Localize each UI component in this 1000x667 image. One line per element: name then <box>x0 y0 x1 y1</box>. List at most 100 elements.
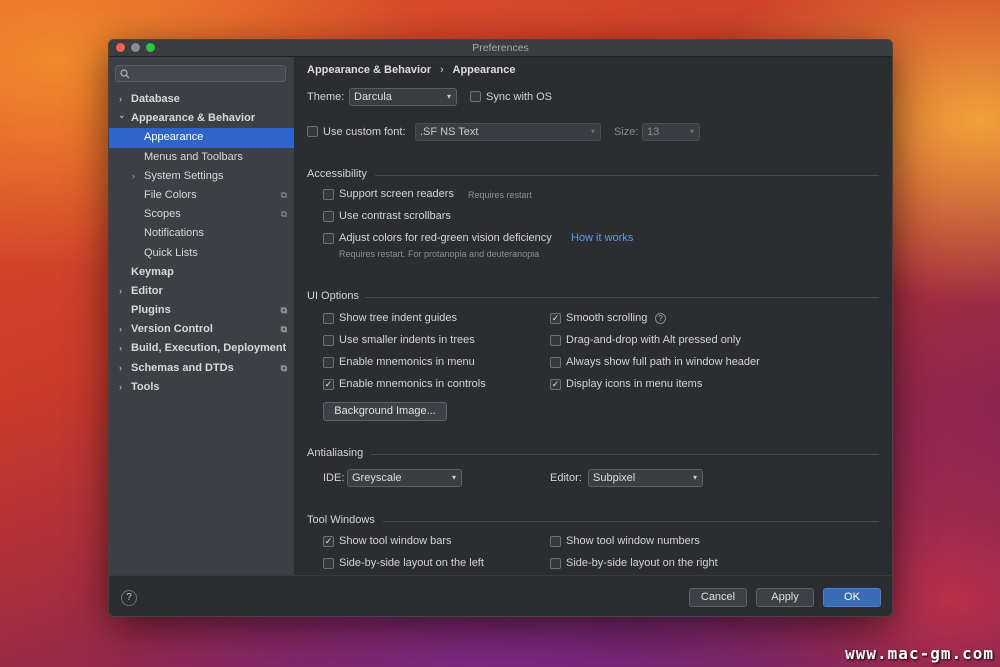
side-by-side-left-checkbox[interactable] <box>323 558 334 569</box>
caret-down-icon: ▾ <box>689 127 694 136</box>
ide-antialiasing-select[interactable]: Greyscale ▾ <box>347 469 462 487</box>
window-title: Preferences <box>472 42 529 54</box>
caret-down-icon: ▾ <box>446 92 451 101</box>
mnemonics-controls-label: Enable mnemonics in controls <box>339 378 486 390</box>
sidebar-item-plugins[interactable]: Plugins ⧉ <box>109 301 294 320</box>
contrast-scrollbars-checkbox[interactable] <box>323 211 334 222</box>
caret-down-icon: ▾ <box>692 473 697 482</box>
minimize-window-button[interactable] <box>131 43 140 52</box>
tool-window-numbers-checkbox[interactable] <box>550 536 561 547</box>
chevron-right-icon[interactable]: › <box>119 378 122 397</box>
sidebar-item-menus-toolbars[interactable]: Menus and Toolbars <box>109 148 294 167</box>
chevron-right-icon[interactable]: › <box>132 167 135 186</box>
smaller-indents-checkbox[interactable] <box>323 335 334 346</box>
font-size-select[interactable]: 13 ▾ <box>642 123 700 141</box>
settings-sidebar: › Database ⌄ Appearance & Behavior Appea… <box>109 57 295 575</box>
ok-button[interactable]: OK <box>823 588 881 607</box>
search-input[interactable] <box>115 65 286 82</box>
sidebar-item-label: Quick Lists <box>144 246 198 259</box>
sidebar-item-quick-lists[interactable]: Quick Lists <box>109 244 294 263</box>
sidebar-item-label: Plugins <box>131 304 171 317</box>
close-window-button[interactable] <box>116 43 125 52</box>
full-path-header-label: Always show full path in window header <box>566 356 760 368</box>
screen-readers-checkbox[interactable] <box>323 189 334 200</box>
smaller-indents-label: Use smaller indents in trees <box>339 334 475 346</box>
side-by-side-left-label: Side-by-side layout on the left <box>339 557 484 569</box>
settings-tree: › Database ⌄ Appearance & Behavior Appea… <box>109 90 294 397</box>
watermark: www.mac-gm.com <box>845 644 994 663</box>
font-select[interactable]: .SF NS Text ▾ <box>415 123 601 141</box>
breadcrumb-parent[interactable]: Appearance & Behavior <box>307 64 431 76</box>
tool-window-bars-checkbox[interactable]: ✓ <box>323 536 334 547</box>
cancel-button[interactable]: Cancel <box>689 588 747 607</box>
chevron-right-icon[interactable]: › <box>119 282 122 301</box>
mnemonics-controls-checkbox[interactable]: ✓ <box>323 379 334 390</box>
sidebar-item-label: Menus and Toolbars <box>144 150 243 163</box>
tool-window-numbers-label: Show tool window numbers <box>566 535 700 547</box>
background-image-button[interactable]: Background Image... <box>323 402 447 421</box>
help-button[interactable]: ? <box>121 590 137 606</box>
custom-font-checkbox[interactable] <box>307 126 318 137</box>
chevron-down-icon[interactable]: ⌄ <box>118 106 126 125</box>
help-icon[interactable]: ? <box>655 313 666 324</box>
theme-select[interactable]: Darcula ▾ <box>349 88 457 106</box>
menu-icons-checkbox[interactable]: ✓ <box>550 379 561 390</box>
dialog-footer: ? Cancel Apply OK <box>109 575 892 616</box>
chevron-right-icon[interactable]: › <box>119 339 122 358</box>
screen-readers-label: Support screen readers <box>339 188 454 200</box>
section-title: Antialiasing <box>307 447 364 459</box>
sidebar-item-tools[interactable]: › Tools <box>109 378 294 397</box>
ide-antialiasing-label: IDE: <box>323 472 345 484</box>
smooth-scrolling-label: Smooth scrolling <box>566 312 648 324</box>
sidebar-item-schemas-dtds[interactable]: › Schemas and DTDs ⧉ <box>109 359 294 378</box>
project-level-icon: ⧉ <box>280 209 287 220</box>
editor-antialiasing-select[interactable]: Subpixel ▾ <box>588 469 703 487</box>
sidebar-item-appearance[interactable]: Appearance <box>109 128 294 148</box>
project-level-icon: ⧉ <box>280 189 287 200</box>
red-green-checkbox[interactable] <box>323 233 334 244</box>
font-value: .SF NS Text <box>420 126 479 138</box>
caret-down-icon: ▾ <box>590 127 595 136</box>
contrast-scrollbars-label: Use contrast scrollbars <box>339 210 451 222</box>
sidebar-item-version-control[interactable]: › Version Control ⧉ <box>109 320 294 339</box>
side-by-side-right-checkbox[interactable] <box>550 558 561 569</box>
sidebar-item-appearance-behavior[interactable]: ⌄ Appearance & Behavior <box>109 109 294 128</box>
how-it-works-link[interactable]: How it works <box>571 232 633 244</box>
full-path-header-checkbox[interactable] <box>550 357 561 368</box>
sidebar-item-label: Editor <box>131 284 163 297</box>
section-title: Accessibility <box>307 168 367 180</box>
sidebar-item-file-colors[interactable]: File Colors ⧉ <box>109 186 294 205</box>
maximize-window-button[interactable] <box>146 43 155 52</box>
chevron-right-icon[interactable]: › <box>119 320 122 339</box>
sidebar-item-database[interactable]: › Database <box>109 90 294 109</box>
ide-antialiasing-value: Greyscale <box>352 472 402 484</box>
sidebar-item-scopes[interactable]: Scopes ⧉ <box>109 205 294 224</box>
sidebar-item-notifications[interactable]: Notifications <box>109 224 294 243</box>
menu-icons-label: Display icons in menu items <box>566 378 703 390</box>
section-divider <box>365 297 879 298</box>
sidebar-item-keymap[interactable]: Keymap <box>109 263 294 282</box>
smooth-scrolling-checkbox[interactable]: ✓ <box>550 313 561 324</box>
breadcrumb: Appearance & Behavior › Appearance <box>307 64 515 76</box>
section-title: UI Options <box>307 290 359 302</box>
sync-os-checkbox[interactable] <box>470 91 481 102</box>
sidebar-item-label: File Colors <box>144 188 197 201</box>
sync-os-label: Sync with OS <box>486 91 553 103</box>
sidebar-item-editor[interactable]: › Editor <box>109 282 294 301</box>
sidebar-item-build-execution-deployment[interactable]: › Build, Execution, Deployment <box>109 339 294 358</box>
tree-indent-guides-checkbox[interactable] <box>323 313 334 324</box>
apply-button[interactable]: Apply <box>756 588 814 607</box>
tool-window-bars-label: Show tool window bars <box>339 535 452 547</box>
sidebar-item-label: Version Control <box>131 323 213 336</box>
sidebar-item-label: Appearance <box>144 131 204 144</box>
drag-drop-alt-checkbox[interactable] <box>550 335 561 346</box>
chevron-right-icon[interactable]: › <box>119 359 122 378</box>
sidebar-item-label: System Settings <box>144 169 224 182</box>
sidebar-item-label: Schemas and DTDs <box>131 361 234 374</box>
appearance-settings-panel: Appearance & Behavior › Appearance Theme… <box>295 57 892 575</box>
section-divider <box>371 454 879 455</box>
sidebar-item-label: Notifications <box>144 227 204 240</box>
sidebar-item-label: Build, Execution, Deployment <box>131 342 287 355</box>
sidebar-item-system-settings[interactable]: › System Settings <box>109 167 294 186</box>
mnemonics-menu-checkbox[interactable] <box>323 357 334 368</box>
